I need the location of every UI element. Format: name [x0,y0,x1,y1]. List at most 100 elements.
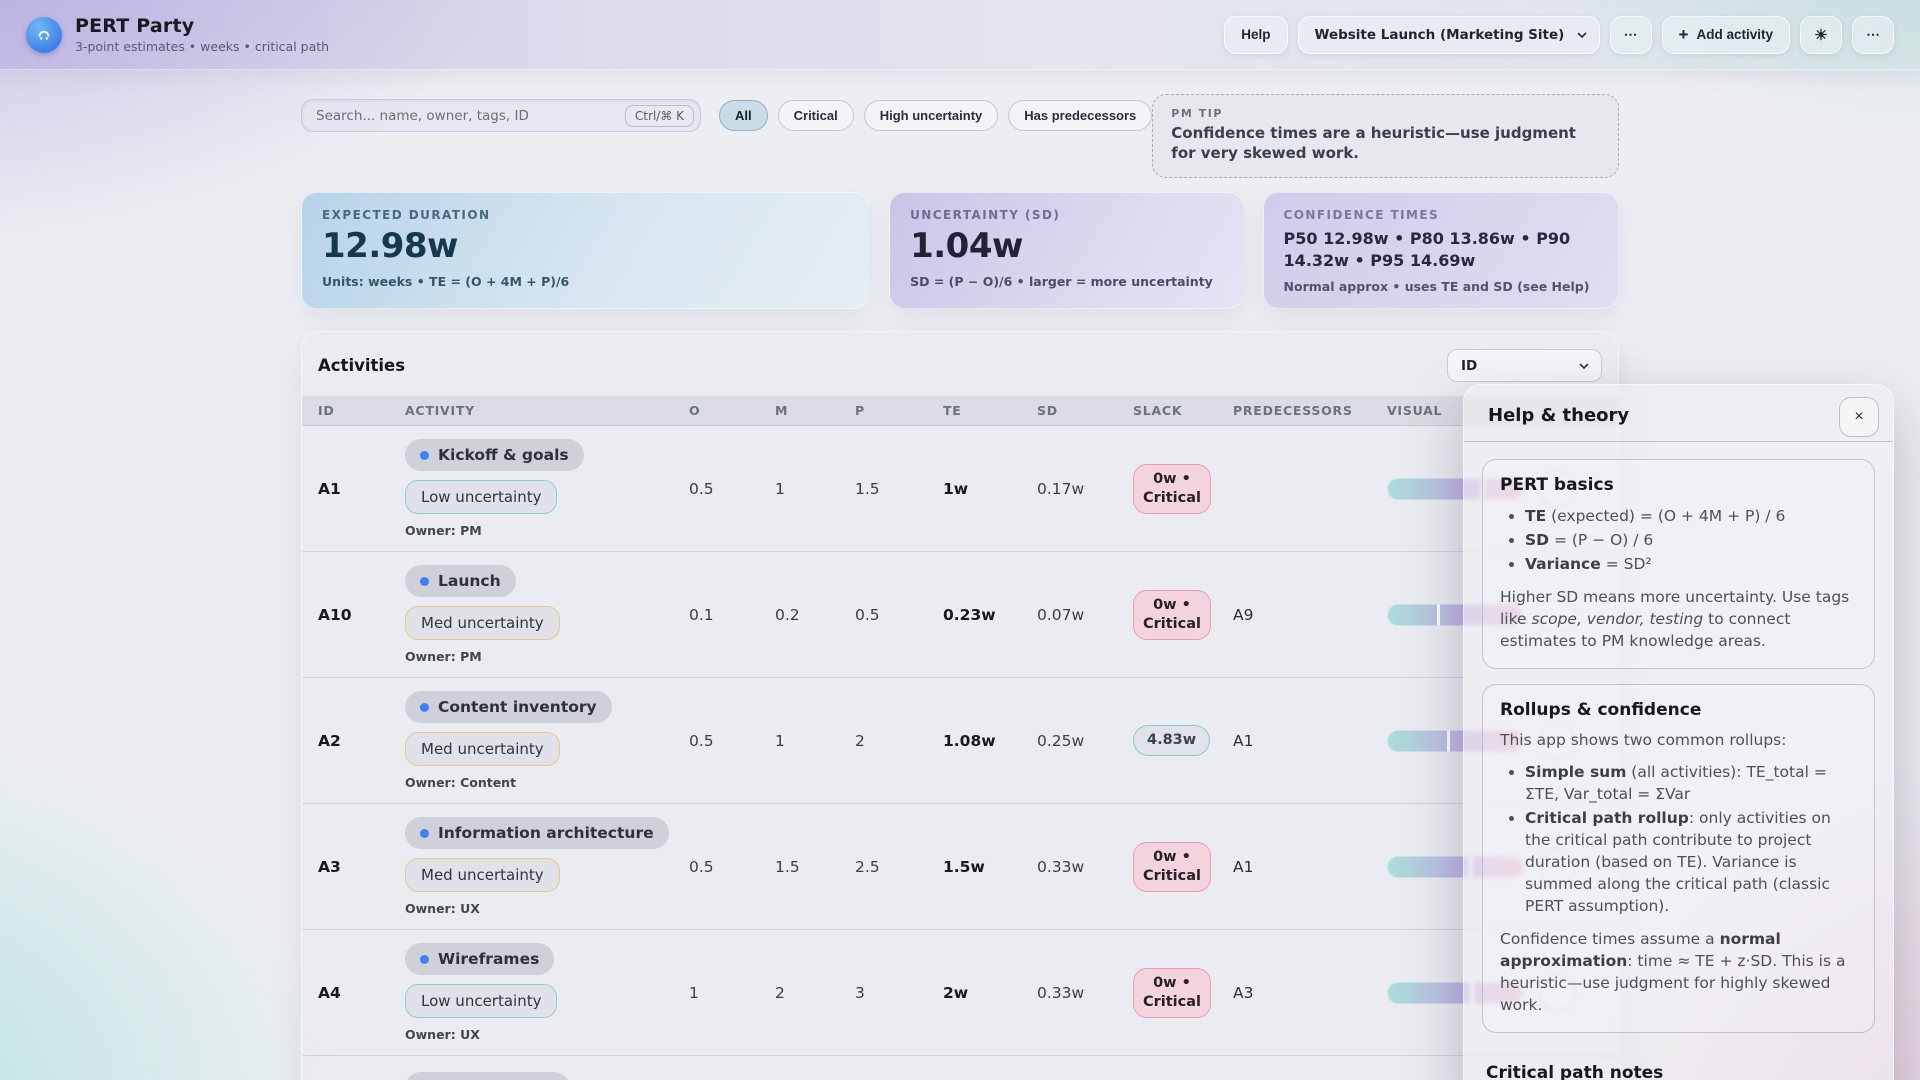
app-logo-icon [26,16,62,53]
activity-id: A10 [318,605,352,624]
table-row: A5 Visual design Med uncertainty 1 2.5 4… [302,1055,1618,1080]
most-likely-value: 1.5 [775,857,800,876]
pert-basics-note: Higher SD means more uncertainty. Use ta… [1500,588,1850,650]
activities-panel: Activities ID ID ACTIVITY O M P TE SD SL… [301,331,1619,1080]
list-item: SD = (P − O) / 6 [1525,529,1857,551]
optimistic-value: 0.5 [689,857,714,876]
pm-tip-card: PM TIP Confidence times are a heuristic—… [1152,94,1619,178]
close-button[interactable]: × [1839,397,1879,437]
section-heading: Rollups & confidence [1500,700,1702,720]
pert-party-app: { "colors": { "accent_blue": "#3b82f6", … [0,0,1920,1080]
activity-name: Launch [438,572,501,591]
sun-icon: ☀ [1814,26,1828,44]
uncertainty-tag: Med uncertainty [405,858,560,893]
activity-id: A1 [318,479,341,498]
sd-value: 0.25w [1037,731,1085,750]
predecessors-value: A1 [1233,857,1254,876]
sd-value: 0.07w [1037,605,1085,624]
owner-label: Owner: PM [405,523,482,539]
stat-sub: SD = (P − O)/6 • larger = more uncertain… [910,274,1213,289]
uncertainty-tag: Low uncertainty [405,480,558,515]
slack-cell: 4.83w [1133,725,1233,757]
table-row: A3 Information architecture Med uncertai… [302,803,1618,929]
activity-name: Wireframes [438,950,540,969]
help-panel-header: Help & theory × [1464,385,1893,442]
add-activity-button[interactable]: + Add activity [1661,15,1790,54]
activity-cell: Visual design Med uncertainty [405,1072,689,1080]
activity-cell: Kickoff & goals Low uncertainty Owner: P… [405,439,689,538]
theme-toggle-button[interactable]: ☀ [1800,15,1842,54]
list-item: Variance = SD² [1525,553,1857,575]
status-dot-icon [420,450,429,460]
activity-cell: Content inventory Med uncertainty Owner:… [405,691,689,790]
stat-card-confidence-times: CONFIDENCE TIMES P50 12.98w • P80 13.86w… [1262,192,1619,310]
toolbar: Ctrl/⌘ K All Critical High uncertainty H… [301,94,1619,178]
filter-chip-has-predecessors[interactable]: Has predecessors [1008,100,1153,131]
sort-select[interactable]: ID [1447,349,1602,383]
help-panel-body: PERT basics TE (expected) = (O + 4M + P)… [1464,442,1893,1080]
column-header-slack: SLACK [1133,403,1183,419]
sd-value: 0.33w [1037,857,1085,876]
plus-icon: + [1678,24,1689,44]
te-value: 0.23w [943,605,996,624]
stat-label: UNCERTAINTY (SD) [910,208,1061,222]
column-header-sd: SD [1037,403,1058,419]
header-actions: Help Website Launch (Marketing Site) ⋯ +… [1224,15,1894,54]
column-header-te: TE [943,403,962,419]
status-dot-icon [420,954,429,964]
most-likely-value: 1 [775,479,785,498]
rollups-list: Simple sum (all activities): TE_total = … [1500,761,1857,917]
project-more-button[interactable]: ⋯ [1609,15,1652,54]
uncertainty-tag: Med uncertainty [405,606,560,641]
activity-name: Kickoff & goals [438,446,569,465]
most-likely-value: 1 [775,731,785,750]
activity-name-chip: Kickoff & goals [405,439,584,472]
column-header-o: O [689,403,701,419]
activity-name: Content inventory [438,698,597,717]
pessimistic-value: 3 [855,983,865,1002]
te-value: 1w [943,479,969,498]
main-content: Ctrl/⌘ K All Critical High uncertainty H… [301,94,1619,1080]
activity-name: Information architecture [438,824,654,843]
slack-critical-badge: 0w • Critical [1133,463,1211,514]
activities-header: Activities ID [302,332,1618,395]
column-header-m: M [775,403,789,419]
slack-ok-badge: 4.83w [1133,725,1211,757]
stat-sub: Normal approx • uses TE and SD (see Help… [1283,279,1590,295]
overflow-menu-button[interactable]: ⋯ [1852,15,1894,54]
optimistic-value: 1 [689,983,699,1002]
filter-chip-high-uncertainty[interactable]: High uncertainty [863,100,999,131]
filter-chip-critical[interactable]: Critical [777,100,854,131]
te-value: 2w [943,983,969,1002]
project-select-wrap: Website Launch (Marketing Site) [1297,15,1600,54]
activity-name-chip: Information architecture [405,817,669,850]
slack-cell: 0w • Critical [1133,463,1233,514]
activity-cell: Wireframes Low uncertainty Owner: UX [405,943,689,1042]
filter-chip-all[interactable]: All [719,100,768,131]
activity-id: A3 [318,857,341,876]
project-select[interactable]: Website Launch (Marketing Site) [1297,15,1600,54]
stat-card-expected-duration: EXPECTED DURATION 12.98w Units: weeks • … [301,192,871,310]
activity-cell: Launch Med uncertainty Owner: PM [405,565,689,664]
stat-value: 1.04w [910,226,1023,266]
list-item: Critical path rollup: only activities on… [1525,807,1857,917]
pessimistic-value: 0.5 [855,605,880,624]
activity-id: A2 [318,731,341,750]
pessimistic-value: 1.5 [855,479,880,498]
stat-value: 12.98w [322,226,458,266]
bar-tick [1437,603,1441,626]
table-row: A2 Content inventory Med uncertainty Own… [302,677,1618,803]
slack-critical-badge: 0w • Critical [1133,841,1211,892]
optimistic-value: 0.5 [689,731,714,750]
app-subtitle: 3-point estimates • weeks • critical pat… [75,39,330,54]
help-button[interactable]: Help [1224,15,1288,54]
list-item: TE (expected) = (O + 4M + P) / 6 [1525,505,1857,527]
stat-label: CONFIDENCE TIMES [1283,208,1440,222]
help-panel-title: Help & theory [1488,405,1630,426]
search-wrap: Ctrl/⌘ K [301,99,701,132]
column-header-id: ID [318,403,335,419]
app-title-block: PERT Party 3-point estimates • weeks • c… [75,15,329,54]
most-likely-value: 0.2 [775,605,800,624]
app-title: PERT Party [75,15,195,37]
optimistic-value: 0.5 [689,479,714,498]
